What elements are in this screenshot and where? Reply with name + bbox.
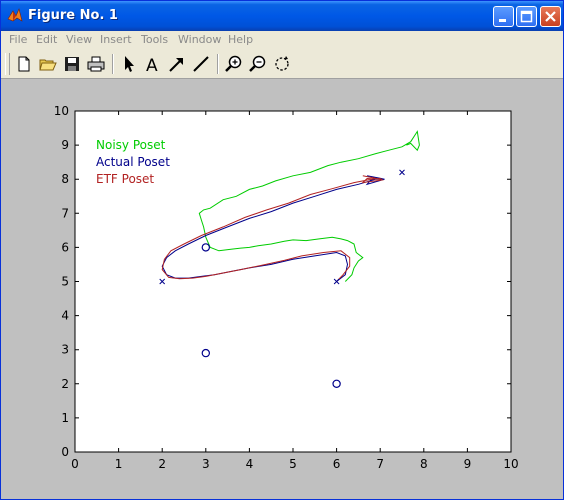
toolbar-separator (112, 54, 114, 74)
legend-label-etf: ETF Poset (96, 172, 154, 186)
menu-file[interactable]: File (9, 33, 27, 46)
y-tick-label: 9 (61, 138, 69, 152)
zoom-in-icon[interactable] (224, 54, 244, 74)
menu-view[interactable]: View (66, 33, 92, 46)
minimize-icon (499, 19, 506, 22)
y-tick-label: 8 (61, 172, 69, 186)
x-tick-label: 7 (376, 457, 384, 471)
x-tick-label: 0 (71, 457, 79, 471)
menu-bar: File Edit View Insert Tools Window Help (1, 31, 563, 49)
menu-help[interactable]: Help (228, 33, 253, 46)
x-tick-label: 10 (503, 457, 518, 471)
maximize-button[interactable] (516, 6, 537, 27)
y-tick-label: 5 (61, 275, 69, 289)
x-tick-label: 9 (464, 457, 472, 471)
figure-toolbar: A (1, 49, 563, 79)
save-icon[interactable] (62, 54, 82, 74)
y-tick-label: 3 (61, 343, 69, 357)
x-tick-label: 4 (246, 457, 254, 471)
arrow-insert-icon[interactable] (167, 54, 187, 74)
y-tick-label: 6 (61, 240, 69, 254)
text-tool-glyph: A (146, 56, 158, 74)
minimize-button[interactable] (493, 6, 514, 27)
line-insert-icon[interactable] (191, 54, 211, 74)
close-icon (545, 11, 556, 22)
y-tick-label: 4 (61, 309, 69, 323)
open-folder-icon[interactable] (38, 54, 58, 74)
zoom-out-icon[interactable] (248, 54, 268, 74)
plot-svg[interactable]: 0 1 2 3 4 5 6 7 8 9 10 0 1 2 3 4 5 6 7 8 9 10 Noisy Poset Act… (1, 79, 563, 499)
legend-label-actual: Actual Poset (96, 155, 170, 169)
menu-tools[interactable]: Tools (141, 33, 168, 46)
toolbar-separator (217, 54, 219, 74)
menu-window[interactable]: Window (178, 33, 221, 46)
x-tick-label: 1 (115, 457, 123, 471)
y-tick-label: 1 (61, 411, 69, 425)
menu-edit[interactable]: Edit (36, 33, 57, 46)
x-tick-label: 2 (158, 457, 166, 471)
y-tick-label: 2 (61, 377, 69, 391)
x-tick-label: 6 (333, 457, 341, 471)
window-title: Figure No. 1 (28, 8, 118, 23)
figure-canvas[interactable]: 0 1 2 3 4 5 6 7 8 9 10 0 1 2 3 4 5 6 7 8 9 10 Noisy Poset Act… (1, 79, 563, 499)
title-bar[interactable]: Figure No. 1 (1, 1, 563, 31)
close-button[interactable] (540, 6, 561, 27)
x-tick-label: 8 (420, 457, 428, 471)
print-icon[interactable] (86, 54, 106, 74)
pointer-arrow-icon[interactable] (119, 54, 139, 74)
x-tick-label: 5 (289, 457, 297, 471)
maximize-icon (520, 10, 533, 23)
rotate-3d-icon[interactable] (272, 54, 292, 74)
legend-label-noisy: Noisy Poset (96, 138, 166, 152)
y-tick-label: 10 (54, 104, 69, 118)
menu-insert[interactable]: Insert (100, 33, 132, 46)
matlab-icon (7, 8, 23, 22)
y-tick-label: 7 (61, 206, 69, 220)
toolbar-grip[interactable] (5, 53, 10, 75)
new-file-icon[interactable] (14, 54, 34, 74)
y-tick-label: 0 (61, 445, 69, 459)
x-tick-label: 3 (202, 457, 210, 471)
text-insert-icon[interactable]: A (143, 54, 163, 74)
figure-window: Figure No. 1 File Edit View Insert Tools… (0, 0, 564, 500)
